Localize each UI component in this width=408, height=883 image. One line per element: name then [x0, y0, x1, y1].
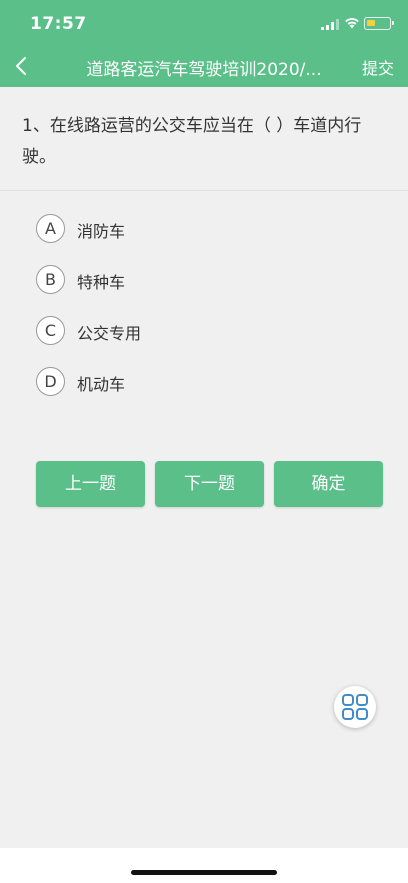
option-letter: A: [36, 214, 65, 243]
header: 17:57 道路客运汽车驾驶培训2020/... 提交: [0, 0, 408, 87]
nav-bar: 道路客运汽车驾驶培训2020/... 提交: [0, 46, 408, 87]
option-letter: B: [36, 265, 65, 294]
battery-level: [367, 20, 375, 26]
chevron-left-icon[interactable]: [10, 52, 34, 80]
bottom-bar: [0, 848, 408, 883]
page-title: 道路客运汽车驾驶培训2020/...: [86, 60, 322, 80]
prev-question-button[interactable]: 上一题: [36, 461, 145, 507]
question-panel: 1、在线路运营的公交车应当在（ ）车道内行驶。: [0, 87, 408, 191]
option-label: 机动车: [77, 375, 126, 394]
option-b[interactable]: B 特种车: [36, 265, 336, 297]
status-time: 17:57: [30, 14, 87, 34]
question-text: 1、在线路运营的公交车应当在（ ）车道内行驶。: [22, 116, 362, 167]
option-label: 特种车: [77, 273, 126, 292]
option-label: 消防车: [77, 222, 126, 241]
submit-button[interactable]: 提交: [362, 55, 394, 79]
option-a[interactable]: A 消防车: [36, 214, 336, 246]
status-bar: 17:57: [0, 0, 408, 46]
wifi-icon: [345, 18, 359, 29]
question-grid-button[interactable]: [334, 686, 376, 728]
option-label: 公交专用: [77, 324, 142, 343]
option-letter: C: [36, 316, 65, 345]
confirm-button[interactable]: 确定: [274, 461, 383, 507]
grid-icon: [342, 694, 368, 720]
action-buttons: 上一题 下一题 确定: [0, 461, 408, 507]
signal-icon: [321, 19, 339, 30]
option-d[interactable]: D 机动车: [36, 367, 336, 399]
option-c[interactable]: C 公交专用: [36, 316, 336, 348]
home-indicator[interactable]: [131, 870, 277, 875]
battery-icon: [364, 17, 394, 30]
next-question-button[interactable]: 下一题: [155, 461, 264, 507]
option-letter: D: [36, 367, 65, 396]
